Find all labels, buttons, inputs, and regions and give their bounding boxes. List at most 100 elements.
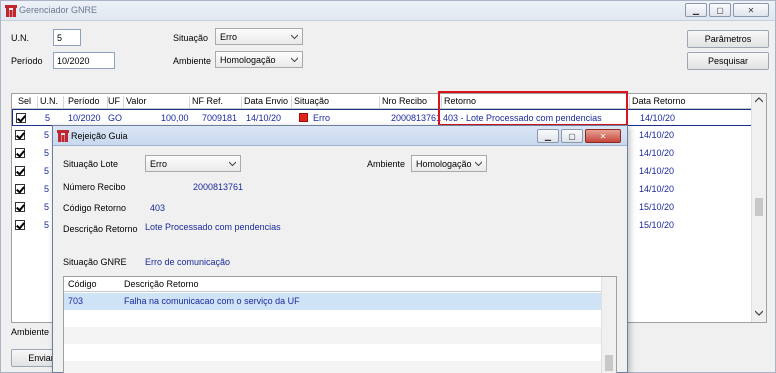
minimize-icon: ▁: [692, 5, 700, 15]
scroll-down-icon[interactable]: [755, 310, 763, 316]
status-error-icon: [299, 113, 308, 122]
descricao-retorno-label: Descrição Retorno: [63, 224, 138, 234]
table-row[interactable]: 703 Falha na comunicacao com o serviço d…: [64, 293, 602, 310]
title-bar: Gerenciador GNRE ▁ ▢ ✕: [1, 1, 775, 21]
window-title: Gerenciador GNRE: [19, 5, 98, 15]
col-uf[interactable]: UF: [108, 96, 124, 108]
situacao-lote-label: Situação Lote: [63, 159, 119, 169]
cell-data-retorno: 14/10/20: [639, 166, 675, 176]
pesquisar-button[interactable]: Pesquisar: [687, 52, 769, 70]
situacao-lote-select[interactable]: Erro: [145, 155, 241, 172]
dialog-minimize-button[interactable]: ▁: [537, 129, 559, 143]
col-periodo[interactable]: Período: [68, 96, 108, 108]
cell-data-retorno: 14/10/20: [639, 148, 675, 158]
rejeicao-grid-header: Código Descrição Retorno: [64, 277, 602, 292]
row-checkbox[interactable]: [15, 148, 25, 158]
row-checkbox[interactable]: [16, 113, 26, 123]
cell-valor: 100,00: [161, 113, 189, 123]
minimize-button[interactable]: ▁: [685, 3, 707, 17]
col-data-envio[interactable]: Data Envio: [244, 96, 292, 108]
scroll-thumb[interactable]: [605, 355, 613, 371]
cell-un: 5: [44, 148, 50, 158]
un-label: U.N.: [11, 33, 29, 43]
numero-recibo-value: 2000813761: [193, 182, 244, 192]
row-checkbox[interactable]: [15, 220, 25, 230]
cell-nro-recibo: 2000813761: [391, 113, 442, 123]
maximize-button[interactable]: ▢: [709, 3, 731, 17]
cell-data-retorno: 14/10/20: [639, 184, 675, 194]
cell-un: 5: [44, 184, 50, 194]
col-valor[interactable]: Valor: [126, 96, 190, 108]
empty-row: [64, 361, 602, 373]
grid-scrollbar[interactable]: [751, 94, 766, 322]
app-logo-icon: [57, 130, 69, 142]
col-nf-ref[interactable]: NF Ref.: [192, 96, 242, 108]
chevron-down-icon: [475, 161, 482, 167]
row-checkbox[interactable]: [15, 202, 25, 212]
cell-data-envio: 14/10/20: [246, 113, 282, 123]
cell-situacao: Erro: [313, 113, 331, 123]
cell-un: 5: [44, 166, 50, 176]
chevron-down-icon: [229, 161, 236, 167]
scroll-up-icon[interactable]: [755, 97, 763, 103]
col-codigo[interactable]: Código: [68, 279, 97, 289]
close-button[interactable]: ✕: [733, 3, 769, 17]
situacao-select-value: Erro: [220, 32, 238, 42]
dialog-ambiente-value: Homologação: [416, 159, 472, 169]
chevron-down-icon: [291, 34, 298, 40]
app-logo-icon: [5, 5, 17, 17]
rejeicao-grid[interactable]: Código Descrição Retorno 703 Falha na co…: [63, 276, 617, 373]
cell-un: 5: [44, 130, 50, 140]
cell-data-retorno: 15/10/20: [639, 220, 675, 230]
dialog-ambiente-label: Ambiente: [367, 159, 406, 169]
chevron-down-icon: [291, 57, 298, 63]
cell-data-retorno: 15/10/20: [639, 202, 675, 212]
minimize-icon: ▁: [544, 131, 552, 141]
col-situacao[interactable]: Situação: [294, 96, 380, 108]
cell-data-retorno: 14/10/20: [639, 130, 675, 140]
periodo-label: Período: [11, 56, 43, 66]
col-nro-recibo[interactable]: Nro Recibo: [382, 96, 442, 108]
cell-descricao: Falha na comunicacao com o serviço da UF: [124, 296, 300, 306]
dialog-close-button[interactable]: ✕: [585, 129, 621, 143]
cell-periodo: 10/2020: [68, 113, 101, 123]
row-checkbox[interactable]: [15, 166, 25, 176]
codigo-retorno-label: Código Retorno: [63, 203, 127, 213]
col-descricao-retorno[interactable]: Descrição Retorno: [124, 279, 199, 289]
retorno-highlight: [438, 91, 628, 126]
ambiente-label: Ambiente: [173, 56, 212, 66]
cell-un: 5: [45, 113, 51, 123]
ambiente-select[interactable]: Homologação: [215, 51, 303, 68]
dialog-maximize-button[interactable]: ▢: [561, 129, 583, 143]
situacao-gnre-value: Erro de comunicação: [145, 257, 231, 267]
bottom-ambiente-label: Ambiente: [11, 327, 50, 337]
dialog-title: Rejeição Guia: [71, 131, 128, 141]
situacao-gnre-label: Situação GNRE: [63, 257, 127, 267]
parametros-button[interactable]: Parâmetros: [687, 30, 769, 48]
dialog-ambiente-select[interactable]: Homologação: [411, 155, 487, 172]
cell-uf: GO: [108, 113, 123, 123]
dialog-title-bar: Rejeição Guia ▁ ▢ ✕: [53, 126, 627, 146]
cell-un: 5: [44, 220, 50, 230]
situacao-lote-value: Erro: [150, 159, 168, 169]
rejeicao-guia-dialog: Rejeição Guia ▁ ▢ ✕ Situação Lote Erro A…: [52, 125, 628, 373]
situacao-label: Situação: [173, 33, 209, 43]
maximize-icon: ▢: [568, 131, 576, 141]
empty-row: [64, 327, 602, 344]
row-checkbox[interactable]: [15, 130, 25, 140]
close-icon: ✕: [747, 5, 755, 15]
situacao-select[interactable]: Erro: [215, 28, 303, 45]
codigo-retorno-value: 403: [150, 203, 166, 213]
col-data-retorno[interactable]: Data Retorno: [632, 96, 702, 108]
row-checkbox[interactable]: [15, 184, 25, 194]
col-un[interactable]: U.N.: [40, 96, 64, 108]
scroll-thumb[interactable]: [755, 198, 763, 216]
periodo-field[interactable]: 10/2020: [53, 52, 115, 69]
un-field[interactable]: 5: [53, 29, 81, 46]
cell-nf-ref: 7009181: [202, 113, 238, 123]
close-icon: ✕: [599, 131, 607, 141]
numero-recibo-label: Número Recibo: [63, 182, 126, 192]
rejeicao-grid-scrollbar[interactable]: [601, 277, 616, 373]
table-row[interactable]: 5 10/2020 GO 100,00 7009181 14/10/20 Err…: [12, 109, 752, 126]
col-sel[interactable]: Sel: [18, 96, 38, 108]
